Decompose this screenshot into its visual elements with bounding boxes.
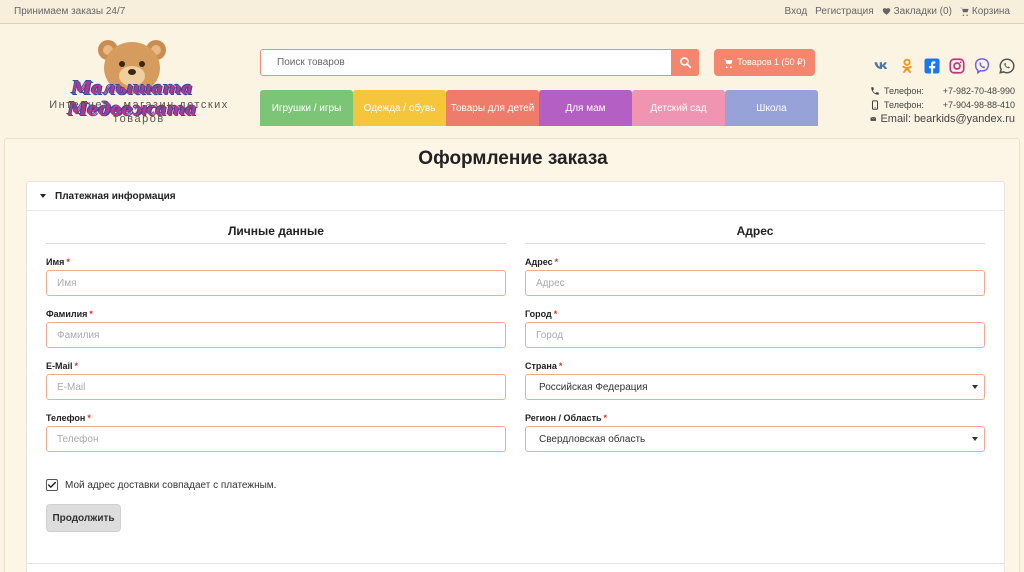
envelope-icon	[870, 116, 877, 121]
phone-2-label: Телефон:	[884, 100, 924, 110]
payment-info-heading: Платежная информация	[55, 190, 176, 202]
personal-data-section: Личные данные Имя* Фамилия* E-Mail* Теле…	[46, 224, 506, 462]
instagram-icon[interactable]	[947, 56, 967, 76]
account-links: Вход Регистрация Закладки (0) Корзина	[785, 6, 1010, 17]
first-name-input[interactable]	[46, 270, 506, 296]
contact-email: Email: bearkids@yandex.ru	[870, 112, 1015, 126]
phone-field-label: Телефон *	[46, 413, 91, 423]
mobile-icon	[871, 100, 879, 110]
cart-icon	[723, 58, 733, 68]
country-label: Страна *	[525, 361, 563, 371]
cart-button-label: Товаров 1 (50 ₽)	[737, 57, 806, 67]
country-value: Российская Федерация	[539, 381, 648, 393]
last-name-field: Фамилия *	[46, 306, 506, 348]
main-content: Оформление заказа Платежная информация Л…	[4, 138, 1020, 572]
facebook-icon[interactable]	[922, 56, 942, 76]
category-menu: Игрушки / игры Одежда / обувь Товары для…	[260, 90, 818, 126]
viber-icon[interactable]	[972, 56, 992, 76]
phone-2-value[interactable]: +7-904-98-88-410	[932, 100, 1015, 110]
continue-button[interactable]: Продолжить	[46, 504, 121, 532]
phone-1-value[interactable]: +7-982-70-48-990	[932, 86, 1015, 96]
country-select[interactable]: Российская Федерация	[525, 374, 985, 400]
top-bar: Принимаем заказы 24/7 Вход Регистрация З…	[0, 0, 1024, 24]
last-name-label: Фамилия *	[46, 309, 93, 319]
menu-item-kids-goods[interactable]: Товары для детей	[446, 90, 539, 126]
logo-subtitle: Интернет - магазин детских товаров	[49, 99, 229, 125]
phone-1-label: Телефон:	[884, 86, 924, 96]
register-link[interactable]: Регистрация	[815, 6, 873, 17]
first-name-label: Имя *	[46, 257, 70, 267]
cart-link[interactable]: Корзина	[960, 6, 1010, 17]
email-value[interactable]: bearkids@yandex.ru	[914, 113, 1015, 125]
bookmarks-label: Закладки (0)	[893, 6, 952, 17]
email-field-label: E-Mail *	[46, 361, 79, 371]
menu-item-school[interactable]: Школа	[725, 90, 818, 126]
region-value: Свердловская область	[539, 433, 646, 445]
contact-phone-2: Телефон: +7-904-98-88-410	[870, 98, 1015, 112]
dropdown-arrow-icon	[972, 437, 978, 441]
country-field: Страна * Российская Федерация	[525, 358, 985, 400]
cart-icon	[960, 7, 969, 16]
region-field: Регион / Область * Свердловская область	[525, 410, 985, 452]
address-title: Адрес	[525, 224, 985, 244]
same-address-label: Мой адрес доставки совпадает с платежным…	[65, 479, 277, 491]
bookmarks-link[interactable]: Закладки (0)	[882, 6, 952, 17]
address-section: Адрес Адрес* Город* Страна* Российская Ф…	[525, 224, 985, 462]
phone-field: Телефон *	[46, 410, 506, 452]
last-name-input[interactable]	[46, 322, 506, 348]
address-label: Адрес *	[525, 257, 559, 267]
personal-data-title: Личные данные	[46, 224, 506, 244]
phone-icon	[871, 87, 879, 95]
phone-input[interactable]	[46, 426, 506, 452]
payment-info-panel: Платежная информация Личные данные Имя * …	[26, 181, 1005, 572]
same-address-option: Мой адрес доставки совпадает с платежным…	[46, 479, 276, 491]
first-name-field: Имя *	[46, 254, 506, 296]
page-title: Оформление заказа	[418, 148, 608, 169]
menu-item-clothes[interactable]: Одежда / обувь	[353, 90, 446, 126]
checkmark-icon	[47, 481, 57, 488]
contact-phone-1: Телефон: +7-982-70-48-990	[870, 84, 1015, 98]
region-label: Регион / Область *	[525, 413, 608, 423]
search-icon	[679, 57, 691, 69]
email-input[interactable]	[46, 374, 506, 400]
tagline: Принимаем заказы 24/7	[14, 6, 126, 17]
caret-down-icon	[40, 194, 46, 198]
social-links	[872, 56, 1017, 76]
dropdown-arrow-icon	[972, 385, 978, 389]
email-label: Email:	[880, 113, 911, 125]
city-field: Город *	[525, 306, 985, 348]
site-logo[interactable]: Малышата Медвежата Интернет - магазин де…	[14, 38, 250, 128]
search-input[interactable]	[261, 50, 671, 75]
menu-item-kindergarten[interactable]: Детский сад	[632, 90, 725, 126]
city-input[interactable]	[525, 322, 985, 348]
odnoklassniki-icon[interactable]	[897, 56, 917, 76]
menu-item-toys[interactable]: Игрушки / игры	[260, 90, 353, 126]
email-field: E-Mail *	[46, 358, 506, 400]
city-label: Город *	[525, 309, 558, 319]
vk-icon[interactable]	[872, 56, 892, 76]
menu-item-moms[interactable]: Для мам	[539, 90, 632, 126]
login-link[interactable]: Вход	[785, 6, 808, 17]
region-select[interactable]: Свердловская область	[525, 426, 985, 452]
search-bar	[260, 49, 699, 76]
payment-info-toggle[interactable]: Платежная информация	[27, 182, 1004, 211]
contacts: Телефон: +7-982-70-48-990 Телефон: +7-90…	[870, 84, 1015, 126]
panel-divider	[27, 563, 1004, 564]
address-input[interactable]	[525, 270, 985, 296]
search-button[interactable]	[671, 49, 699, 76]
cart-button[interactable]: Товаров 1 (50 ₽)	[714, 49, 815, 76]
address-field: Адрес *	[525, 254, 985, 296]
same-address-checkbox[interactable]	[46, 479, 58, 491]
heart-icon	[882, 8, 890, 15]
whatsapp-icon[interactable]	[997, 56, 1017, 76]
cart-label: Корзина	[971, 6, 1010, 17]
